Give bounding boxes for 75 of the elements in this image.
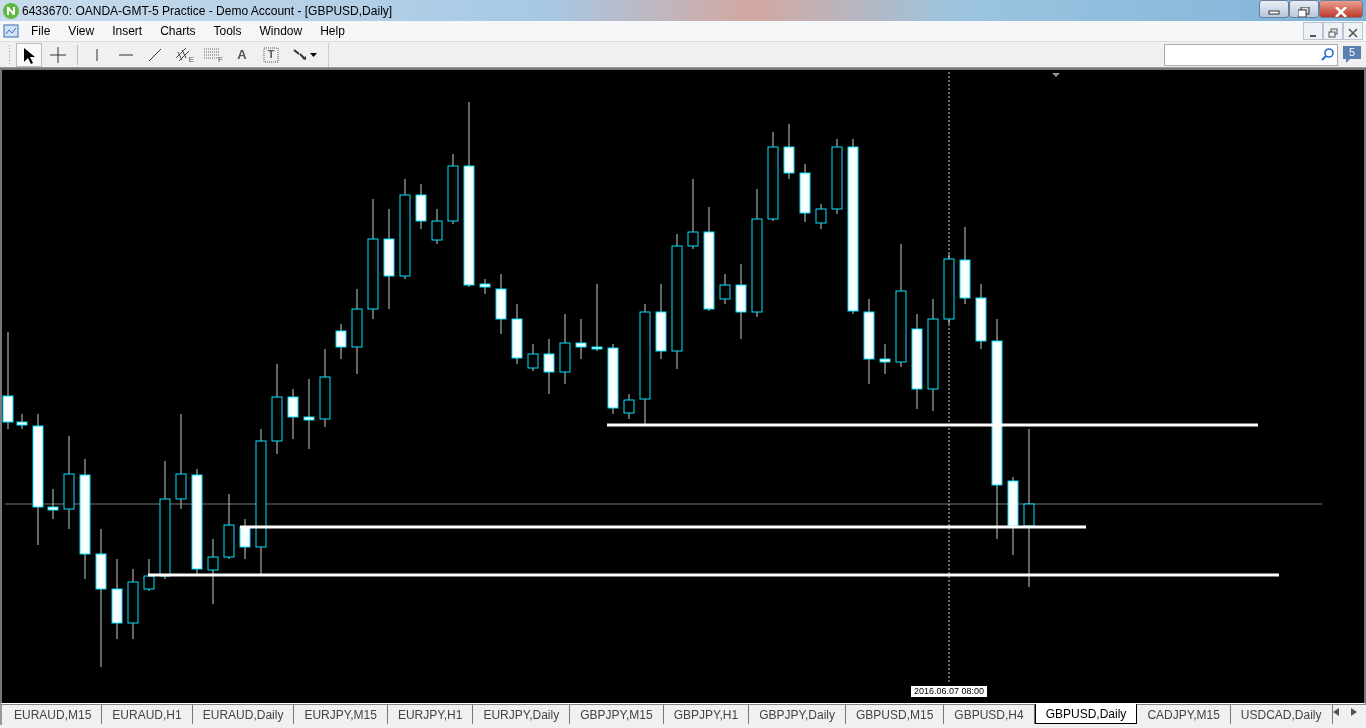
menu-item[interactable]: Charts — [151, 22, 205, 40]
minimize-icon — [1268, 8, 1280, 15]
candlestick — [687, 178, 699, 250]
candlestick — [943, 253, 955, 325]
candlestick — [431, 208, 443, 245]
minimize-icon — [1310, 34, 1316, 37]
menu-item[interactable]: View — [59, 22, 104, 40]
candlestick — [16, 413, 28, 430]
close-icon — [1348, 27, 1358, 38]
candlestick — [447, 153, 459, 225]
chart-tab[interactable]: CADJPY,M15 — [1137, 705, 1231, 724]
candlestick — [879, 343, 891, 375]
candlestick — [511, 303, 523, 365]
minimize-button[interactable] — [1303, 22, 1323, 40]
candlestick — [815, 203, 827, 230]
candlestick — [975, 283, 987, 350]
chart-tab[interactable]: GBPJPY,Daily — [749, 705, 846, 724]
chart-tab[interactable]: USDCAD,Daily — [1230, 705, 1333, 724]
shift-marker-icon — [1052, 73, 1060, 77]
chart-tab[interactable]: GBPUSD,Daily — [1034, 704, 1138, 724]
chart-tab[interactable]: GBPJPY,M15 — [570, 705, 664, 724]
candlestick — [559, 313, 571, 385]
chart-window-icon — [3, 23, 19, 39]
restore-button[interactable] — [1323, 22, 1343, 40]
menu-item[interactable]: Tools — [204, 22, 251, 40]
candlestick — [591, 283, 603, 352]
chart-tab[interactable]: EURJPY,Daily — [473, 705, 571, 724]
minimize-button[interactable] — [1259, 0, 1289, 18]
scroll-right-icon[interactable] — [1350, 708, 1357, 716]
close-icon — [1335, 6, 1347, 17]
menu-item[interactable]: Help — [311, 22, 354, 40]
candlestick — [335, 323, 347, 360]
app-logo-icon — [3, 2, 19, 19]
maximize-button[interactable] — [1289, 0, 1319, 18]
maximize-icon — [1298, 6, 1310, 17]
candlestick — [623, 393, 635, 420]
chart-tab[interactable]: GBPUSD,H4 — [944, 705, 1035, 724]
search-field[interactable] — [1164, 43, 1338, 66]
close-button[interactable] — [1319, 0, 1363, 18]
candlestick — [223, 493, 235, 560]
candlestick — [47, 488, 59, 520]
chart-tab[interactable]: EURJPY,H1 — [387, 705, 474, 724]
time-label: 2016.06.07 08:00 — [910, 685, 989, 698]
chart-tab[interactable]: GBPUSD,M15 — [845, 705, 945, 724]
candlestick — [543, 338, 555, 395]
candlestick — [127, 568, 139, 640]
candlestick — [783, 123, 795, 180]
notification-icon[interactable]: 5 — [1341, 44, 1363, 65]
candlestick — [287, 388, 299, 440]
candlestick — [607, 343, 619, 415]
search-icon — [1321, 48, 1334, 61]
candlestick — [143, 558, 155, 592]
candlestick — [303, 378, 315, 450]
close-button[interactable] — [1343, 22, 1363, 40]
candlestick — [479, 278, 491, 295]
chart-tab[interactable]: EURAUD,Daily — [192, 705, 295, 724]
candlestick — [495, 273, 507, 335]
candlestick — [239, 518, 251, 560]
menu-item[interactable]: Insert — [103, 22, 152, 40]
candlestick — [207, 538, 219, 605]
chart-tab[interactable]: EURAUD,H1 — [102, 705, 193, 724]
cursor-icon[interactable] — [16, 42, 42, 67]
menu-item[interactable]: File — [22, 22, 60, 40]
candlestick — [575, 318, 587, 360]
scroll-left-icon[interactable] — [1332, 708, 1339, 716]
menu-item[interactable]: Window — [250, 22, 312, 40]
chart-tab[interactable]: GBPJPY,H1 — [663, 705, 750, 724]
restore-icon — [1328, 27, 1338, 38]
chart-tab[interactable]: EURAUD,M15 — [4, 705, 103, 724]
candlestick — [527, 343, 539, 372]
candlestick — [719, 273, 731, 305]
candlestick — [799, 163, 811, 223]
chart-tab[interactable]: EURJPY,M15 — [294, 705, 388, 724]
candlestick — [415, 183, 427, 230]
window-title: 6433670: OANDA-GMT-5 Practice - Demo Account - [GBPUSD,Daily] — [22, 2, 393, 20]
